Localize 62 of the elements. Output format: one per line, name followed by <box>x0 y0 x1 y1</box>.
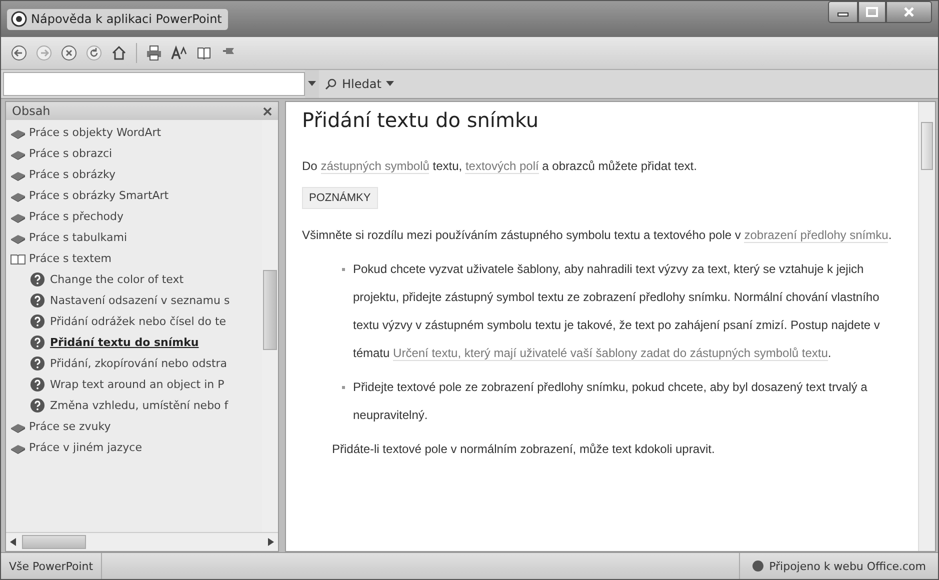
connection-status[interactable]: Připojeno k webu Office.com <box>769 560 926 572</box>
help-topic-icon <box>30 272 45 287</box>
home-icon[interactable] <box>111 45 127 61</box>
refresh-icon[interactable] <box>86 45 102 61</box>
tree-item[interactable]: Práce s obrázky SmartArt <box>29 189 169 202</box>
tree-item[interactable]: Práce s textem <box>29 252 112 265</box>
text-link[interactable]: zobrazení předlohy snímku <box>744 228 888 243</box>
search-field[interactable] <box>3 72 305 96</box>
pane-title: Obsah <box>12 104 50 118</box>
caret-icon <box>308 81 316 87</box>
tree-item[interactable]: Přidání odrážek nebo čísel do te <box>50 315 226 328</box>
maximize-icon <box>866 7 878 17</box>
maximize-button[interactable] <box>858 1 886 23</box>
tree-item[interactable]: Práce s obrázky <box>29 168 116 181</box>
tree-item[interactable]: Nastavení odsazení v seznamu s <box>50 294 230 307</box>
help-topic-icon <box>30 377 45 392</box>
print-icon[interactable] <box>146 45 162 61</box>
caret-icon <box>386 81 394 87</box>
tree-item[interactable]: Práce se zvuky <box>29 420 111 433</box>
tree-item[interactable]: Práce s obrazci <box>29 147 112 160</box>
article-title: Přidání textu do snímku <box>302 108 540 132</box>
bullet-text: Přidejte textové pole ze zobrazení předlohy snímku, pokud chcete, aby byl dosazený text trvalý a neupravitelný. <box>353 379 868 424</box>
text-link[interactable]: textových polí <box>465 159 539 174</box>
help-topic-icon <box>30 293 45 308</box>
notes-label: POZNÁMKY <box>302 187 378 209</box>
scope-label[interactable]: Vše PowerPoint <box>1 553 102 579</box>
bullet-text: Pokud chcete vyzvat uživatele šablony, aby nahradili text výzvy za text, který se vztahuje k jejich projektu, přidejte zástupný symbol textu ze zobrazení předlohy snímku. Normální chování vlastního textu výzvy v zástupném symbolu textu je takové, že text po zahájení psaní zmizí. Postup najdete v tématu Určení textu, který mají uživatelé vaší šablony zadat do zástupných symbolů textu. <box>353 261 881 363</box>
stop-icon[interactable] <box>61 45 77 61</box>
scroll-left-icon[interactable] <box>10 538 16 546</box>
font-size-icon[interactable] <box>171 45 187 61</box>
tree-item[interactable]: Přidání textu do snímku <box>50 336 199 349</box>
text-link[interactable]: Určení textu, který mají uživatelé vaší šablony zadat do zástupných symbolů textu <box>393 346 828 361</box>
window-title: Nápověda k aplikaci PowerPoint <box>31 12 222 26</box>
help-topic-icon <box>30 314 45 329</box>
close-icon[interactable] <box>263 106 272 116</box>
close-button[interactable] <box>886 1 932 23</box>
help-topic-icon <box>30 398 45 413</box>
globe-icon <box>752 560 764 572</box>
dropdown-button[interactable] <box>305 70 319 98</box>
text-link[interactable]: zástupných symbolů <box>320 159 430 174</box>
help-topic-icon <box>30 356 45 371</box>
book-icon[interactable] <box>196 45 212 61</box>
paragraph: Do zástupných symbolů textu, textových polí a obrazců můžete přidat text. <box>302 158 698 176</box>
tree-item[interactable]: Change the color of text <box>50 273 184 286</box>
minimize-button[interactable] <box>828 1 858 23</box>
help-topic-icon <box>30 335 45 350</box>
close-icon <box>903 7 915 17</box>
scroll-right-icon[interactable] <box>268 538 274 546</box>
search-button[interactable]: Hledat <box>319 70 400 98</box>
tree-item[interactable]: Práce s tabulkami <box>29 231 127 244</box>
tree-item[interactable]: Wrap text around an object in P <box>50 378 224 391</box>
back-icon[interactable] <box>11 45 27 61</box>
tree-item[interactable]: Práce s objekty WordArt <box>29 126 162 139</box>
paragraph: Všimněte si rozdílu mezi používáním zástupného symbolu textu a textového pole v zobrazení předlohy snímku. <box>302 227 893 245</box>
horizontal-scrollbar[interactable] <box>6 532 278 551</box>
tree-item[interactable]: Přidání, zkopírování nebo odstra <box>50 357 228 370</box>
tree-item[interactable]: Práce v jiném jazyce <box>29 441 142 454</box>
tree-item[interactable]: Práce s přechody <box>29 210 124 223</box>
search-icon <box>325 78 337 90</box>
tree-item[interactable]: Změna vzhledu, umístění nebo f <box>50 399 228 412</box>
scrollbar[interactable] <box>918 102 935 551</box>
paragraph: Přidáte-li textové pole v normálním zobrazení, může text kdokoli upravit. <box>331 441 716 458</box>
